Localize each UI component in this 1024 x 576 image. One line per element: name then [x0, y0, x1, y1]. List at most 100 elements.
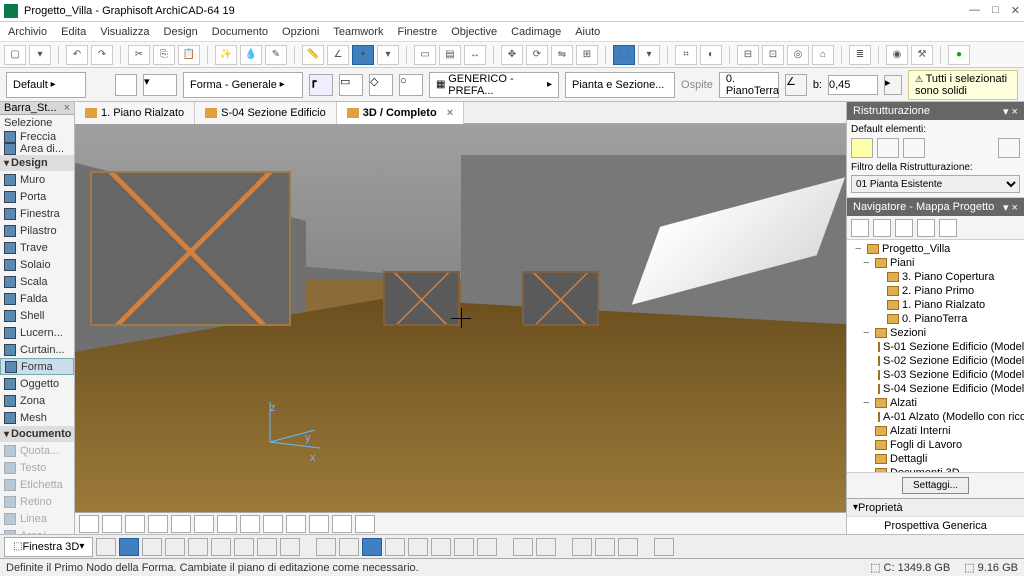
nav-btn-4[interactable]	[917, 219, 935, 237]
bt-12[interactable]	[362, 538, 382, 556]
tree-a-01-alzato--modello-con-rico[interactable]: A-01 Alzato (Modello con rico	[849, 410, 1022, 424]
menu-archivio[interactable]: Archivio	[8, 26, 47, 38]
tool-testo[interactable]: Testo	[0, 459, 74, 476]
tool-porta[interactable]: Porta	[0, 188, 74, 205]
mirror-icon[interactable]: ⇋	[551, 45, 573, 65]
bt-2[interactable]	[119, 538, 139, 556]
tool-etichetta[interactable]: Etichetta	[0, 476, 74, 493]
vp-btn-2[interactable]	[102, 515, 122, 533]
toolbox-close-icon[interactable]: ×	[64, 102, 70, 114]
tab-close-icon[interactable]: ×	[447, 107, 453, 119]
vp-btn-11[interactable]	[309, 515, 329, 533]
menu-cadimage[interactable]: Cadimage	[511, 26, 561, 38]
reno-btn-1[interactable]	[851, 138, 873, 158]
vp-btn-13[interactable]	[355, 515, 375, 533]
tool-forma[interactable]: Forma	[0, 358, 74, 375]
tool-pilastro[interactable]: Pilastro	[0, 222, 74, 239]
proprieta-header[interactable]: ▾ Proprietà	[847, 498, 1024, 516]
menu-visualizza[interactable]: Visualizza	[100, 26, 149, 38]
elev-icon[interactable]: ⊡	[762, 45, 784, 65]
geom-a-icon[interactable]: ┏	[309, 74, 333, 96]
nav-btn-3[interactable]	[895, 219, 913, 237]
tree-s-01-sezione-edificio--modello[interactable]: S-01 Sezione Edificio (Modello	[849, 340, 1022, 354]
bt-walk-icon[interactable]	[165, 538, 185, 556]
generico-dropdown[interactable]: ▦ GENERICO - PREFA... ▸	[429, 72, 559, 98]
undo-icon[interactable]: ↶	[66, 45, 88, 65]
bt-19[interactable]	[536, 538, 556, 556]
tool-arco[interactable]: Arco/...	[0, 527, 74, 534]
reno-btn-4[interactable]	[998, 138, 1020, 158]
geom-b-icon[interactable]: ▭	[339, 74, 363, 96]
bt-camera-icon[interactable]	[572, 538, 592, 556]
viewplan-icon[interactable]: ▾	[638, 45, 660, 65]
array-icon[interactable]: ⊞	[576, 45, 598, 65]
align-icon[interactable]: ▤	[439, 45, 461, 65]
tool-muro[interactable]: Muro	[0, 171, 74, 188]
pianta-dropdown[interactable]: Pianta e Sezione...	[565, 72, 675, 98]
geom-d-icon[interactable]: ○	[399, 74, 423, 96]
tool-scala[interactable]: Scala	[0, 273, 74, 290]
geom-c-icon[interactable]: ◇	[369, 74, 393, 96]
menu-opzioni[interactable]: Opzioni	[282, 26, 319, 38]
rect-icon[interactable]: ▭	[414, 45, 436, 65]
paste-icon[interactable]: 📋	[178, 45, 200, 65]
layers-icon[interactable]: ≣	[849, 45, 871, 65]
tool-shell[interactable]: Shell	[0, 307, 74, 324]
tool-trave[interactable]: Trave	[0, 239, 74, 256]
redo-icon[interactable]: ↷	[91, 45, 113, 65]
arrow-right-icon[interactable]: ▸	[884, 75, 902, 95]
maximize-icon[interactable]: □	[992, 4, 999, 17]
home-icon[interactable]: ⌂	[812, 45, 834, 65]
shade-icon[interactable]: ◐	[700, 45, 722, 65]
tree-s-04-sezione-edificio--modello[interactable]: S-04 Sezione Edificio (Modello	[849, 382, 1022, 396]
bt-13[interactable]	[385, 538, 405, 556]
bt-5[interactable]	[188, 538, 208, 556]
tree-progetto-villa[interactable]: −Progetto_Villa	[849, 242, 1022, 256]
angle-icon2[interactable]: ∠	[785, 74, 807, 96]
bt-17[interactable]	[477, 538, 497, 556]
tree-s-03-sezione-edificio--modello[interactable]: S-03 Sezione Edificio (Modello	[849, 368, 1022, 382]
reno-btn-3[interactable]	[903, 138, 925, 158]
nav-btn-5[interactable]	[939, 219, 957, 237]
tab-1--piano-rialzato[interactable]: 1. Piano Rialzato	[75, 102, 195, 124]
tool-zona[interactable]: Zona	[0, 392, 74, 409]
tree-alzati-interni[interactable]: Alzati Interni	[849, 424, 1022, 438]
tool-area[interactable]: Area di...	[0, 143, 74, 155]
mat-icon[interactable]: ◉	[886, 45, 908, 65]
bt-23[interactable]	[654, 538, 674, 556]
navigator-tree[interactable]: −Progetto_Villa−Piani3. Piano Copertura2…	[847, 240, 1024, 472]
menu-aiuto[interactable]: Aiuto	[575, 26, 600, 38]
angle-icon[interactable]: ∠	[327, 45, 349, 65]
tool-icon-b[interactable]: ▾	[143, 74, 177, 96]
tree-dettagli[interactable]: Dettagli	[849, 452, 1022, 466]
rotate-icon[interactable]: ⟳	[526, 45, 548, 65]
section-icon[interactable]: ⊟	[737, 45, 759, 65]
bt-home-icon[interactable]	[234, 538, 254, 556]
dist-icon[interactable]: ↔	[464, 45, 486, 65]
tool-falda[interactable]: Falda	[0, 290, 74, 307]
tab-3d---completo[interactable]: 3D / Completo×	[337, 102, 464, 124]
tool-oggetto[interactable]: Oggetto	[0, 375, 74, 392]
cut-icon[interactable]: ✂	[128, 45, 150, 65]
menu-documento[interactable]: Documento	[212, 26, 268, 38]
bt-8[interactable]	[257, 538, 277, 556]
new-icon[interactable]: ▢	[4, 45, 26, 65]
tree-0--pianoterra[interactable]: 0. PianoTerra	[849, 312, 1022, 326]
wand-icon[interactable]: ✨	[215, 45, 237, 65]
tree-s-02-sezione-edificio--modello[interactable]: S-02 Sezione Edificio (Modello	[849, 354, 1022, 368]
vp-zoom-out-icon[interactable]	[217, 515, 237, 533]
section-design[interactable]: ▾ Design	[0, 155, 74, 171]
bt-15[interactable]	[431, 538, 451, 556]
reno-btn-2[interactable]	[877, 138, 899, 158]
eyedrop-icon[interactable]: 💧	[240, 45, 262, 65]
b-input[interactable]	[828, 75, 878, 95]
bt-3[interactable]	[142, 538, 162, 556]
vp-btn-12[interactable]	[332, 515, 352, 533]
section-documento[interactable]: ▾ Documento	[0, 426, 74, 442]
detail-icon[interactable]: ◎	[787, 45, 809, 65]
pen-icon[interactable]: ✎	[265, 45, 287, 65]
menu-design[interactable]: Design	[164, 26, 198, 38]
ristrutturazione-header[interactable]: Ristrutturazione▾ ×	[847, 102, 1024, 120]
nav-btn-2[interactable]	[873, 219, 891, 237]
tab-s-04-sezione-edificio[interactable]: S-04 Sezione Edificio	[195, 102, 337, 124]
